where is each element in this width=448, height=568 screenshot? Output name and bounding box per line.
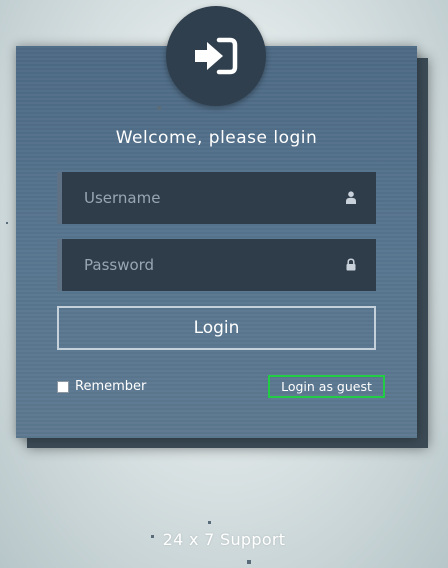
- login-title: Welcome, please login: [115, 128, 318, 148]
- decor-dot: [151, 535, 154, 538]
- remember-label: Remember: [75, 379, 147, 394]
- sign-in-icon: [195, 37, 238, 75]
- lock-icon: [346, 258, 356, 271]
- username-input[interactable]: [62, 172, 332, 224]
- support-text: 24 x 7 Support: [162, 530, 286, 549]
- password-field[interactable]: [57, 239, 376, 291]
- remember-checkbox[interactable]: Remember: [57, 379, 146, 394]
- decor-dot: [6, 222, 8, 224]
- decor-dot: [208, 521, 211, 524]
- login-as-guest-link[interactable]: Login as guest: [268, 375, 385, 398]
- login-badge: [166, 6, 266, 106]
- checkbox-box[interactable]: [57, 380, 69, 393]
- decor-dot: [247, 560, 251, 564]
- password-input[interactable]: [62, 239, 332, 291]
- login-button[interactable]: Login: [57, 306, 376, 350]
- username-field[interactable]: [57, 172, 376, 224]
- user-icon: [346, 191, 356, 204]
- decor-dot: [157, 106, 161, 110]
